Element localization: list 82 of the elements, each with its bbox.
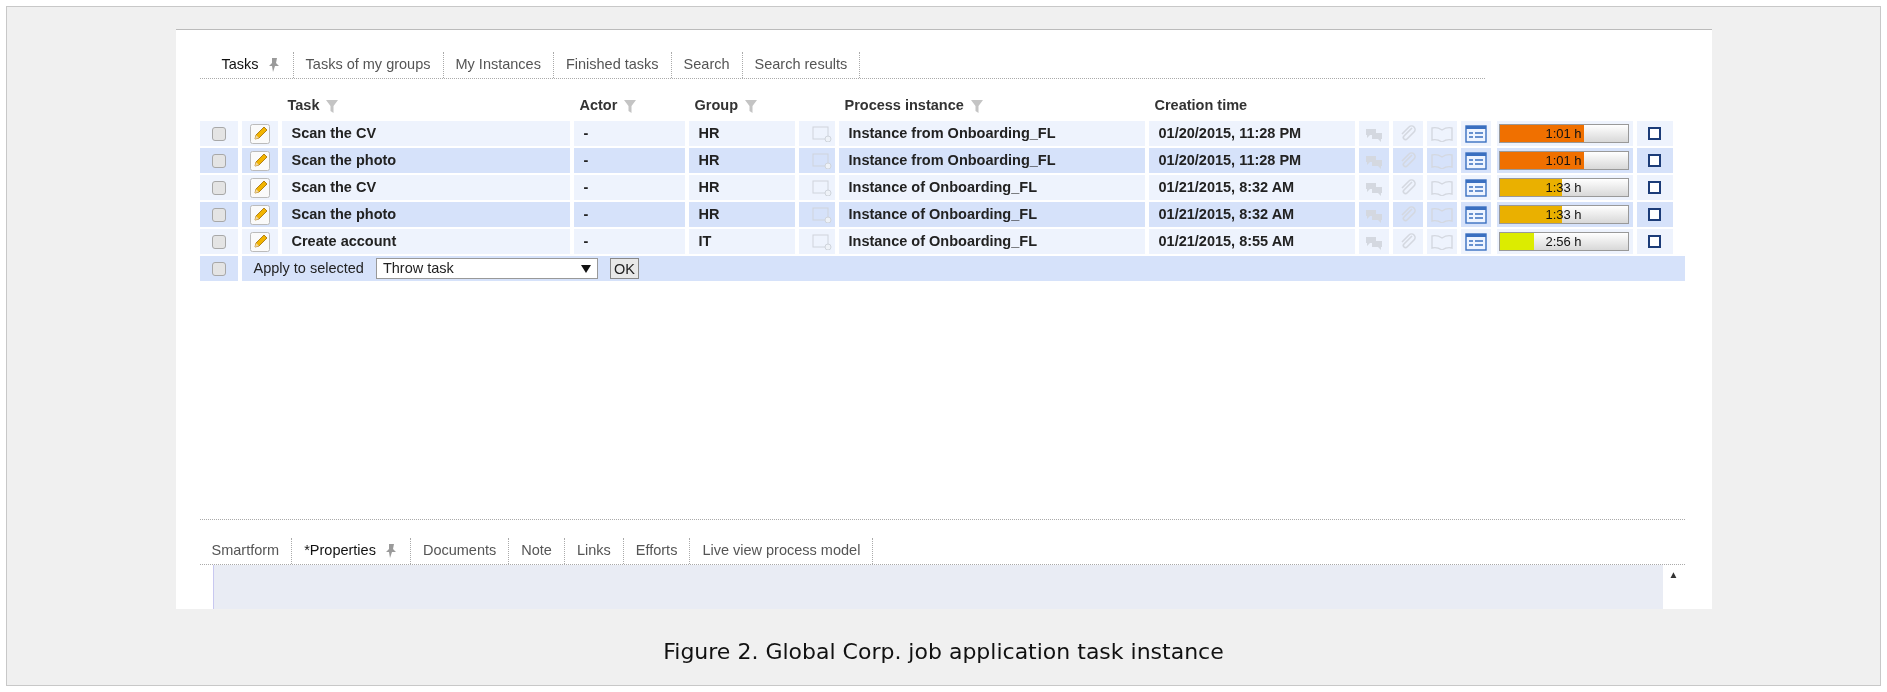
creation-time: 01/20/2015, 11:28 PM xyxy=(1158,150,1302,170)
actor-cell-text: - xyxy=(583,123,589,143)
pencil-icon[interactable] xyxy=(249,231,270,252)
process-instance: Instance from Onboarding_FL xyxy=(848,150,1056,170)
group-cell-text: HR xyxy=(698,123,720,143)
pencil-icon[interactable] xyxy=(249,204,270,225)
column-header[interactable]: Task xyxy=(287,95,320,117)
checkbox[interactable] xyxy=(211,153,226,168)
remaining-time: 1:01 h xyxy=(1544,125,1583,142)
process-instance: Instance of Onboarding_FL xyxy=(848,204,1037,224)
checkbox[interactable] xyxy=(211,126,226,141)
checkbox[interactable] xyxy=(211,234,226,249)
chat-icon[interactable] xyxy=(1358,175,1389,200)
task-name: Create account xyxy=(291,231,397,251)
window-icon xyxy=(811,125,832,142)
process-instance: Instance of Onboarding_FL xyxy=(848,231,1037,251)
square-icon[interactable] xyxy=(1648,127,1661,140)
chat-icon[interactable] xyxy=(1358,202,1389,227)
paperclip-icon[interactable] xyxy=(1392,121,1423,146)
filter-icon[interactable] xyxy=(623,98,638,114)
checkbox[interactable] xyxy=(211,180,226,195)
task-name: Scan the CV xyxy=(291,177,377,197)
group-cell-text: HR xyxy=(698,177,720,197)
column-header[interactable]: Process instance xyxy=(844,95,964,117)
actor-cell-text: - xyxy=(583,204,589,224)
creation-time: 01/20/2015, 11:28 PM xyxy=(1158,123,1302,143)
window-icon xyxy=(811,206,832,223)
square-icon[interactable] xyxy=(1648,208,1661,221)
chat-icon[interactable] xyxy=(1358,148,1389,173)
window-icon xyxy=(811,179,832,196)
process-instance: Instance from Onboarding_FL xyxy=(848,123,1056,143)
actor-cell-text: - xyxy=(583,231,589,251)
figure-caption: Figure 2. Global Corp. job application task instance xyxy=(663,638,1224,666)
paperclip-icon[interactable] xyxy=(1392,175,1423,200)
form-icon[interactable] xyxy=(1460,121,1491,146)
pencil-icon[interactable] xyxy=(249,150,270,171)
creation-time: 01/21/2015, 8:32 AM xyxy=(1158,177,1295,197)
filter-icon[interactable] xyxy=(744,98,758,114)
checkbox[interactable] xyxy=(211,207,226,222)
process-instance: Instance of Onboarding_FL xyxy=(848,177,1037,197)
scroll-up-arrow[interactable]: ▲ xyxy=(1668,567,1679,609)
table-row[interactable]: Scan the photo - HR Instance from Onboarding_FL 01/20/2015, 11:28 PM 1:01 h xyxy=(199,148,1685,173)
remaining-time: 1:01 h xyxy=(1544,152,1583,169)
task-name: Scan the CV xyxy=(291,123,377,143)
task-name: Scan the photo xyxy=(291,150,397,170)
filter-icon[interactable] xyxy=(969,98,984,114)
square-icon[interactable] xyxy=(1648,235,1661,248)
remaining-time: 2:56 h xyxy=(1544,233,1583,250)
column-header[interactable]: Actor xyxy=(579,95,618,117)
action-dropdown[interactable]: Throw task xyxy=(375,258,598,279)
square-icon[interactable] xyxy=(1648,181,1661,194)
form-icon[interactable] xyxy=(1460,175,1491,200)
column-header[interactable]: Group xyxy=(694,95,738,117)
chat-icon[interactable] xyxy=(1358,229,1389,254)
group-cell-text: HR xyxy=(698,150,720,170)
form-icon[interactable] xyxy=(1460,202,1491,227)
group-cell-text: IT xyxy=(698,231,712,251)
form-icon[interactable] xyxy=(1460,148,1491,173)
group-cell-text: HR xyxy=(698,204,720,224)
task-name: Scan the photo xyxy=(291,204,397,224)
apply-label: Apply to selected xyxy=(253,258,364,278)
paperclip-icon[interactable] xyxy=(1392,148,1423,173)
column-header[interactable]: Creation time xyxy=(1154,95,1248,117)
pencil-icon[interactable] xyxy=(249,177,270,198)
paperclip-icon[interactable] xyxy=(1392,229,1423,254)
paperclip-icon[interactable] xyxy=(1392,202,1423,227)
square-icon[interactable] xyxy=(1648,154,1661,167)
creation-time: 01/21/2015, 8:55 AM xyxy=(1158,231,1295,251)
form-icon[interactable] xyxy=(1460,229,1491,254)
creation-time: 01/21/2015, 8:32 AM xyxy=(1158,204,1295,224)
checkbox[interactable] xyxy=(211,261,226,276)
table-row[interactable]: Scan the CV - HR Instance from Onboarding_FL 01/20/2015, 11:28 PM 1:01 h xyxy=(199,121,1685,146)
filter-icon[interactable] xyxy=(325,98,340,114)
caret-icon xyxy=(580,264,591,273)
window-icon xyxy=(811,233,832,250)
pencil-icon[interactable] xyxy=(249,123,270,144)
window-icon xyxy=(811,152,832,169)
actor-cell-text: - xyxy=(583,177,589,197)
table-row[interactable]: Create account - IT Instance of Onboarding_FL 01/21/2015, 8:55 AM 2:56 h xyxy=(199,229,1685,254)
actor-cell-text: - xyxy=(583,150,589,170)
ok-button[interactable]: OK xyxy=(609,258,639,279)
chat-icon[interactable] xyxy=(1358,121,1389,146)
